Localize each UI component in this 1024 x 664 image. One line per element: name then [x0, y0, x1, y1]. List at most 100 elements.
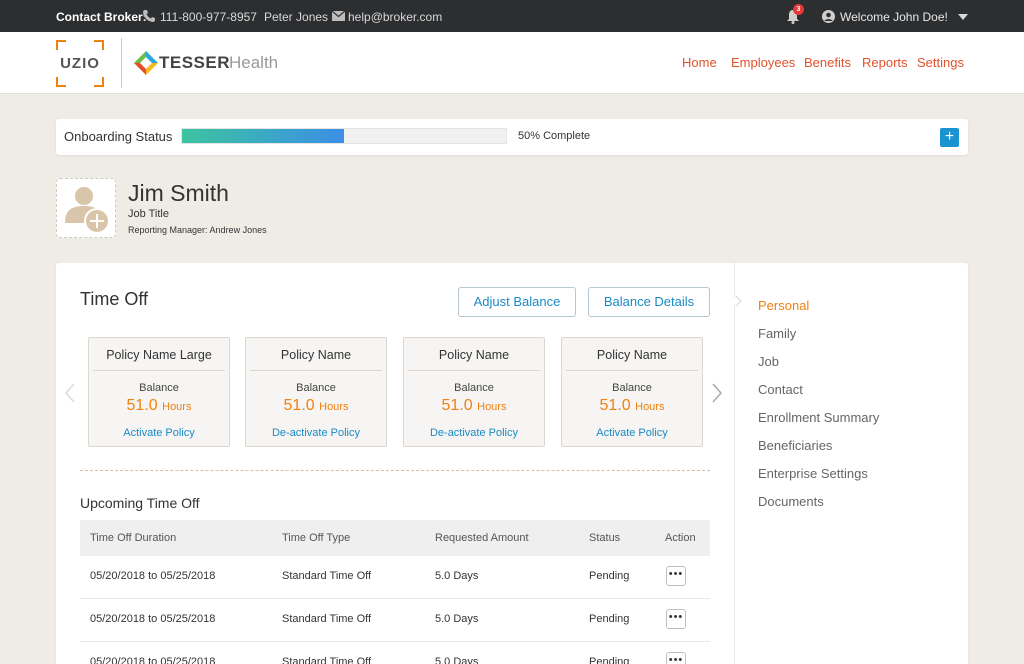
more-actions-button[interactable]: ••• [666, 566, 686, 586]
balance-number: 51.0 [599, 397, 631, 414]
policy-action-link[interactable]: Activate Policy [93, 427, 225, 439]
balance-value: 51.0 Hours [566, 397, 698, 415]
welcome-user-menu[interactable]: Welcome John Doe! [840, 10, 948, 24]
chevron-down-icon[interactable] [958, 14, 968, 20]
section-divider [80, 470, 710, 471]
broker-phone[interactable]: 111-800-977-8957 [160, 10, 257, 24]
balance-unit: Hours [635, 401, 665, 413]
tesser-logo-icon [134, 51, 158, 75]
onboarding-progress-bar [181, 128, 507, 144]
uzio-logo: UZIO [60, 55, 100, 72]
table-row: 05/20/2018 to 05/25/2018 Standard Time O… [80, 556, 710, 599]
side-nav-contact[interactable]: Contact [758, 382, 803, 397]
avatar-upload[interactable] [56, 178, 116, 238]
policy-body: Balance 51.0 Hours De-activate Policy [408, 370, 540, 442]
balance-value: 51.0 Hours [93, 397, 225, 415]
job-title: Job Title [128, 208, 169, 220]
policy-body: Balance 51.0 Hours De-activate Policy [250, 370, 382, 442]
nav-settings[interactable]: Settings [917, 55, 964, 70]
policy-action-link[interactable]: De-activate Policy [250, 427, 382, 439]
cell-amount: 5.0 Days [435, 613, 479, 625]
notification-badge: 3 [793, 4, 804, 15]
balance-label: Balance [454, 382, 494, 394]
more-actions-button[interactable]: ••• [666, 652, 686, 664]
nav-employees[interactable]: Employees [731, 55, 795, 70]
table-header: Time Off Duration Time Off Type Requeste… [80, 520, 710, 556]
side-nav-documents[interactable]: Documents [758, 494, 824, 509]
expand-onboarding-button[interactable]: + [940, 128, 959, 147]
balance-number: 51.0 [441, 397, 473, 414]
section-title: Time Off [80, 289, 149, 309]
policy-card: Policy Name Large Balance 51.0 Hours Act… [88, 337, 230, 447]
policy-action-link[interactable]: De-activate Policy [408, 427, 540, 439]
cell-status: Pending [589, 656, 630, 664]
reporting-manager: Reporting Manager: Andrew Jones [128, 225, 267, 235]
policy-card: Policy Name Balance 51.0 Hours Activate … [561, 337, 703, 447]
policy-card: Policy Name Balance 51.0 Hours De-activa… [245, 337, 387, 447]
policy-name: Policy Name [596, 348, 668, 362]
time-off-card: Time Off Adjust Balance Balance Details … [56, 263, 968, 664]
nav-reports[interactable]: Reports [862, 55, 908, 70]
add-photo-icon [65, 187, 110, 234]
chevron-right-icon[interactable] [711, 383, 723, 403]
balance-number: 51.0 [283, 397, 315, 414]
balance-label: Balance [612, 382, 652, 394]
mail-icon [332, 11, 345, 21]
cell-status: Pending [589, 570, 630, 582]
nav-home[interactable]: Home [682, 55, 717, 70]
side-nav-enterprise-settings[interactable]: Enterprise Settings [758, 466, 868, 481]
top-bar: Contact Broker: 111-800-977-8957 Peter J… [0, 0, 1024, 32]
cell-type: Standard Time Off [282, 613, 372, 625]
side-nav-job[interactable]: Job [758, 354, 779, 369]
column-header[interactable]: Requested Amount [435, 532, 529, 544]
side-nav-personal[interactable]: Personal [758, 298, 809, 313]
cell-type: Standard Time Off [282, 656, 372, 664]
policy-body: Balance 51.0 Hours Activate Policy [566, 370, 698, 442]
logo-divider [121, 38, 122, 88]
policy-card: Policy Name Balance 51.0 Hours De-activa… [403, 337, 545, 447]
employee-name: Jim Smith [128, 180, 229, 206]
user-icon [822, 10, 835, 23]
side-nav-family[interactable]: Family [758, 326, 796, 341]
contact-broker-label: Contact Broker: [56, 10, 147, 24]
tesser-health: Health [229, 53, 279, 72]
policy-name: Policy Name [280, 348, 352, 362]
policy-name: Policy Name Large [106, 348, 212, 362]
tesser-brand: TESSER [159, 53, 231, 72]
nav-benefits[interactable]: Benefits [804, 55, 851, 70]
column-header[interactable]: Time Off Type [282, 532, 350, 544]
side-nav-beneficiaries[interactable]: Beneficiaries [758, 438, 832, 453]
cell-duration: 05/20/2018 to 05/25/2018 [90, 613, 216, 625]
balance-label: Balance [296, 382, 336, 394]
onboarding-progress-fill [182, 129, 344, 143]
balance-unit: Hours [162, 401, 192, 413]
balance-number: 51.0 [126, 397, 158, 414]
policy-name: Policy Name [438, 348, 510, 362]
broker-name: Peter Jones [264, 10, 329, 24]
column-header: Action [665, 532, 696, 544]
balance-details-button[interactable]: Balance Details [588, 287, 710, 317]
column-header[interactable]: Time Off Duration [90, 532, 176, 544]
onboarding-status-panel: Onboarding Status 50% Complete + [56, 119, 968, 155]
cell-duration: 05/20/2018 to 05/25/2018 [90, 656, 216, 664]
balance-value: 51.0 Hours [408, 397, 540, 415]
cell-type: Standard Time Off [282, 570, 372, 582]
balance-unit: Hours [477, 401, 507, 413]
side-nav-enrollment-summary[interactable]: Enrollment Summary [758, 410, 879, 425]
balance-value: 51.0 Hours [250, 397, 382, 415]
broker-email[interactable]: help@broker.com [348, 10, 442, 24]
app-header: UZIO TESSER Health Home Employees Benefi… [0, 32, 1024, 94]
policy-action-link[interactable]: Activate Policy [566, 427, 698, 439]
onboarding-label: Onboarding Status [64, 129, 173, 144]
chevron-left-icon[interactable] [64, 383, 76, 403]
adjust-balance-button[interactable]: Adjust Balance [458, 287, 576, 317]
side-nav-divider [734, 263, 735, 664]
cell-status: Pending [589, 613, 630, 625]
balance-unit: Hours [319, 401, 349, 413]
balance-label: Balance [139, 382, 179, 394]
column-header[interactable]: Status [589, 532, 620, 544]
more-actions-button[interactable]: ••• [666, 609, 686, 629]
table-row: 05/20/2018 to 05/25/2018 Standard Time O… [80, 642, 710, 664]
onboarding-percent: 50% Complete [518, 130, 591, 142]
phone-icon [143, 10, 155, 22]
